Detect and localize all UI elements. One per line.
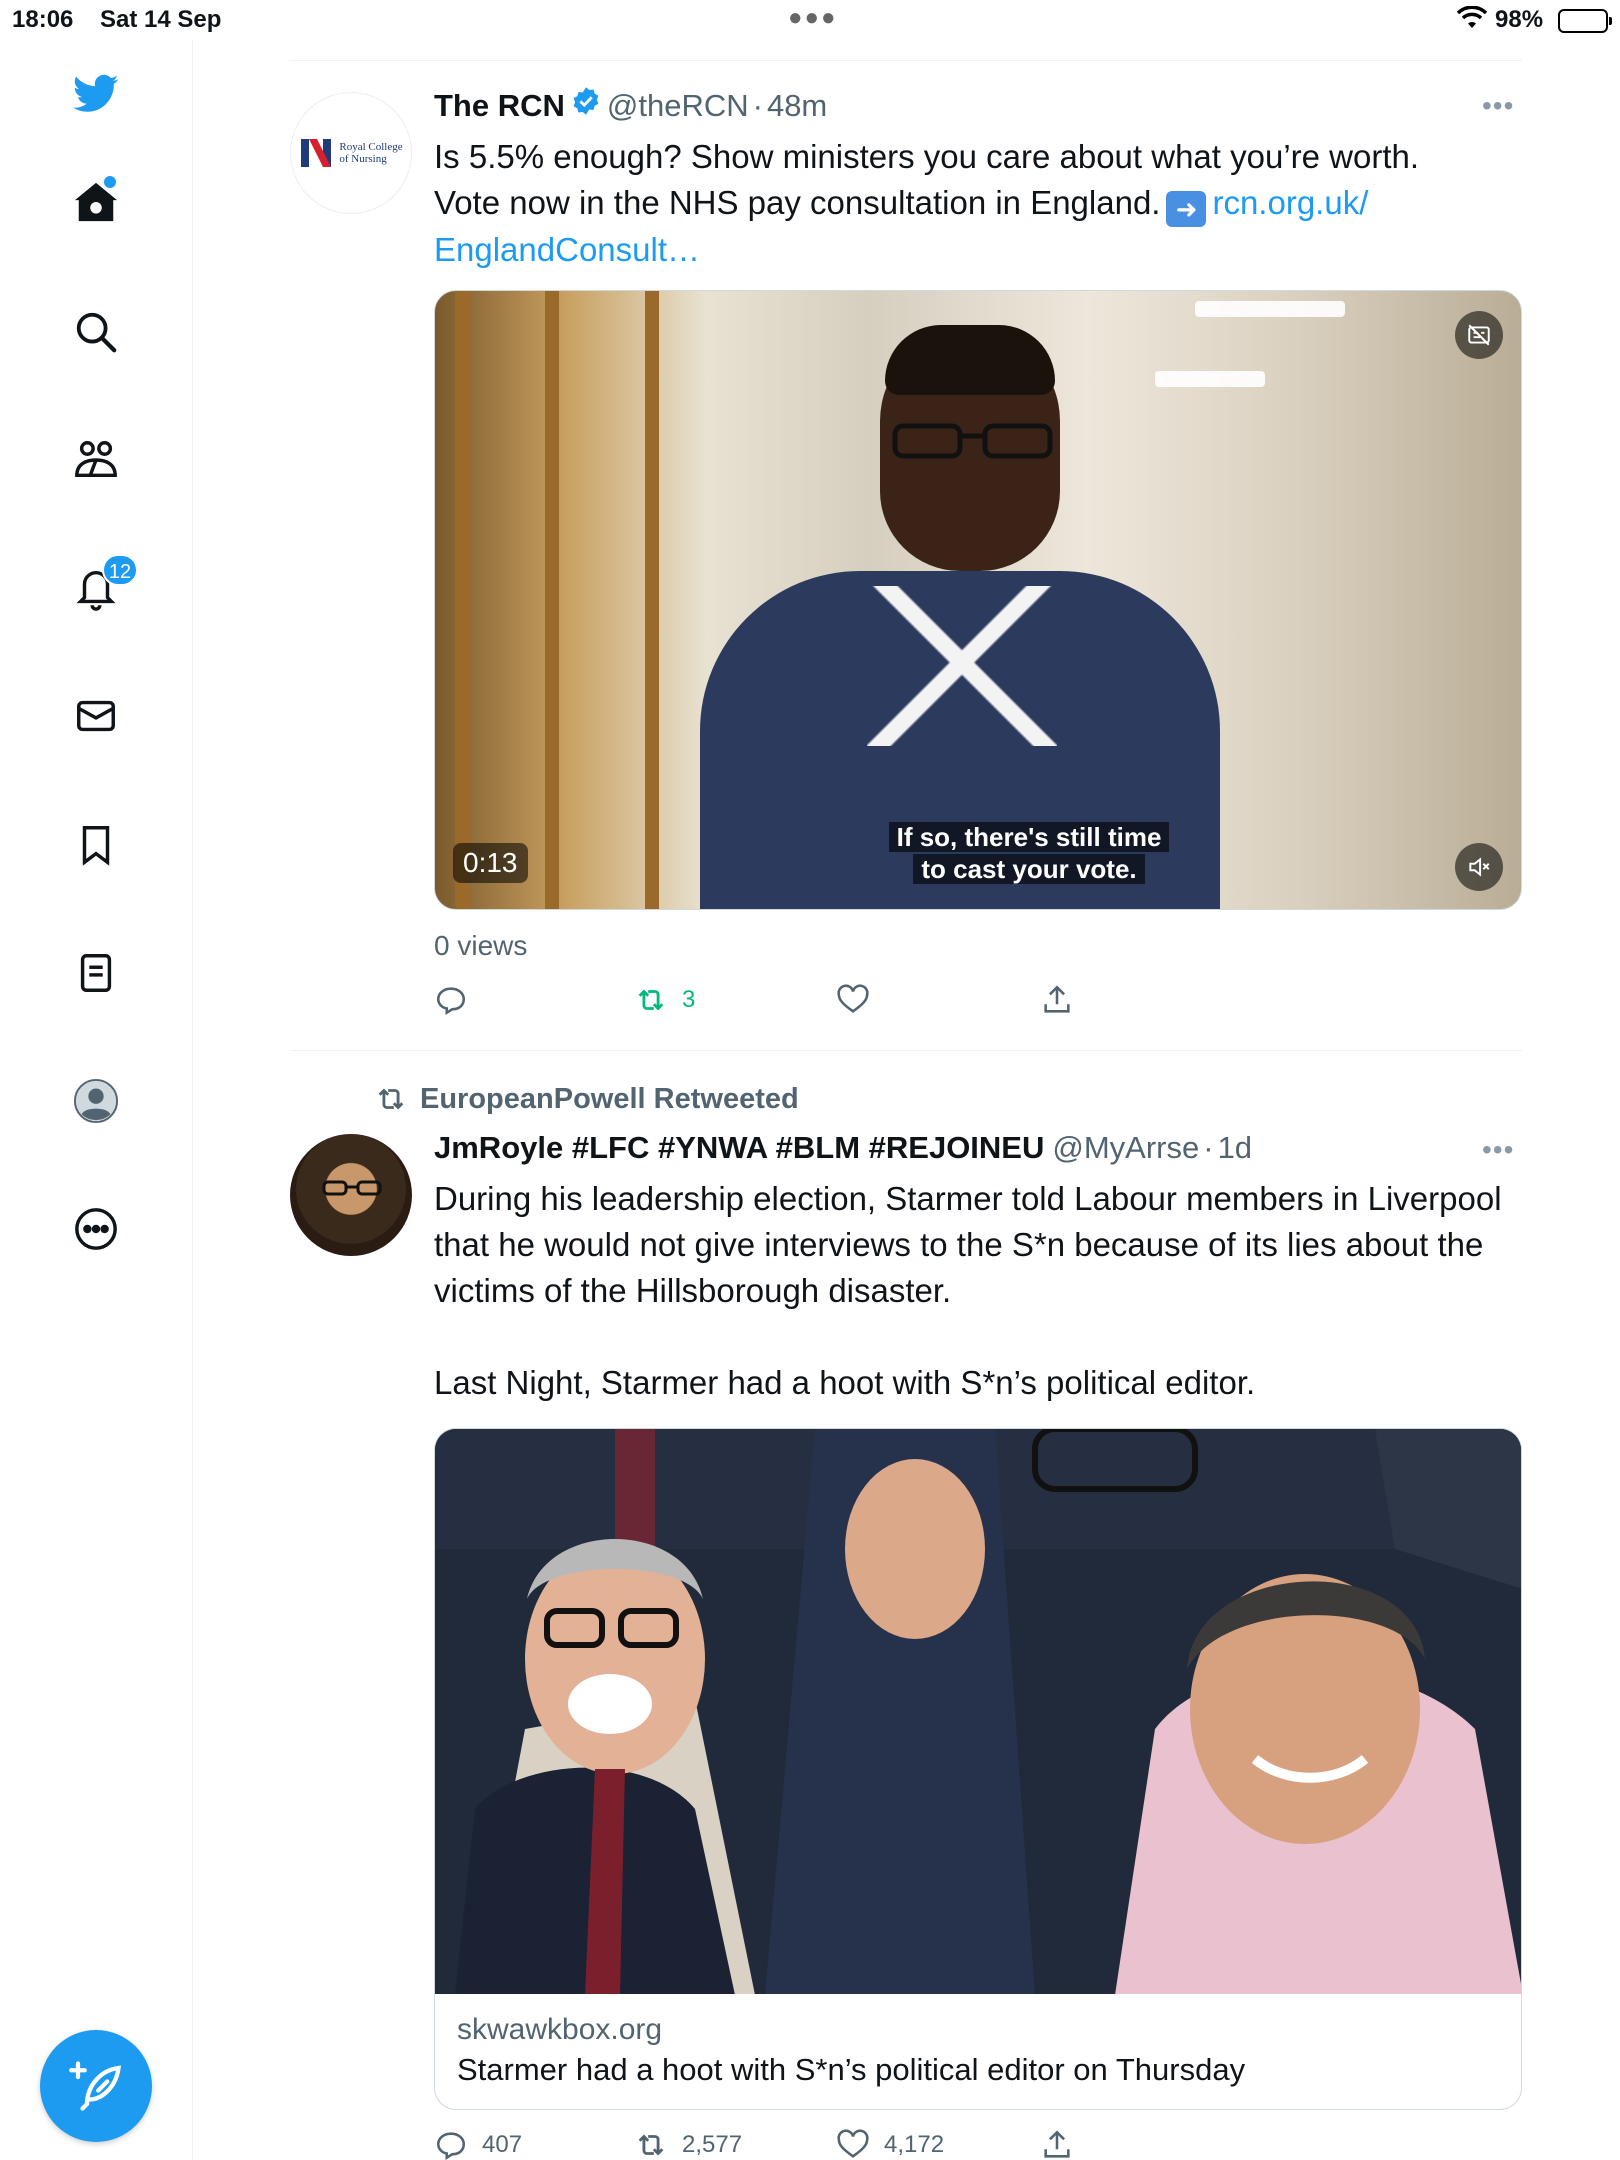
share-button[interactable] [1040, 983, 1074, 1017]
reply-count: 407 [482, 2131, 523, 2158]
video-window-frame [545, 291, 559, 909]
communities-icon[interactable] [66, 430, 126, 490]
home-new-dot [104, 176, 116, 188]
captions-toggle-button[interactable] [1455, 311, 1503, 359]
bookmarks-icon[interactable] [66, 815, 126, 875]
tweet-text: During his leadership election, Starmer … [434, 1176, 1522, 1406]
battery-icon [1558, 9, 1612, 33]
like-count: 4,172 [884, 2131, 945, 2158]
tweet-text-line2: Vote now in the NHS pay consultation in … [434, 184, 1161, 221]
retweet-icon [378, 1088, 404, 1110]
video-caption-line2: to cast your vote. [913, 854, 1145, 884]
dot-separator: · [1203, 1130, 1214, 1165]
captions-icon [1468, 324, 1490, 346]
video-person-glasses [892, 423, 1053, 459]
twitter-logo-icon[interactable] [66, 62, 126, 122]
tweet-text-line1: Is 5.5% enough? Show ministers you care … [434, 138, 1420, 175]
tweet-link-part1[interactable]: rcn.org.uk/ [1212, 184, 1368, 221]
more-options-icon[interactable] [66, 1199, 126, 1259]
display-name[interactable]: JmRoyle #LFC #YNWA #BLM #REJOINEU [434, 1130, 1044, 1166]
home-icon[interactable] [66, 172, 126, 232]
retweet-icon [638, 2134, 664, 2156]
mute-toggle-button[interactable] [1455, 843, 1503, 891]
tweet-actions: 3 [434, 983, 1522, 1023]
retweet-count: 3 [682, 986, 696, 1013]
video-window-frame [455, 291, 469, 909]
retweet-button[interactable]: 2,577 [634, 2128, 742, 2160]
retweeted-by-label[interactable]: EuropeanPowell Retweeted [420, 1083, 799, 1116]
like-button[interactable]: 4,172 [836, 2128, 944, 2160]
video-window-frame [645, 291, 659, 909]
rcn-logo: Royal College of Nursing [299, 135, 403, 171]
retweet-button[interactable]: 3 [634, 983, 695, 1017]
lists-icon[interactable] [66, 943, 126, 1003]
link-card-domain: skwawkbox.org [457, 2013, 663, 2046]
reply-button[interactable] [434, 983, 482, 1017]
reply-icon [436, 987, 466, 1016]
share-icon [1044, 2130, 1070, 2158]
notifications-icon[interactable]: 12 [66, 554, 138, 618]
feed-divider [290, 1050, 1522, 1051]
rcn-avatar[interactable]: Royal College of Nursing [290, 92, 412, 214]
verified-badge-icon [573, 87, 599, 115]
video-ceiling-light [1155, 371, 1265, 387]
tweet-text-paragraph2: Last Night, Starmer had a hoot with S*n’… [434, 1364, 1256, 1401]
tweet-more-icon[interactable]: ••• [1482, 1134, 1522, 1165]
tweet-video[interactable]: 0:13 If so, there's still time to cast y… [434, 290, 1522, 910]
display-name[interactable]: The RCN [434, 88, 565, 124]
tweet-text-paragraph1: During his leadership election, Starmer … [434, 1180, 1502, 1309]
video-duration: 0:13 [453, 843, 528, 883]
tweet-header: The RCN @theRCN · 48m [434, 86, 827, 124]
tweet-text: Is 5.5% enough? Show ministers you care … [434, 134, 1522, 273]
video-ceiling-light [1195, 301, 1345, 317]
feather-plus-icon [69, 2061, 121, 2111]
rcn-avatar-text2: of Nursing [339, 153, 387, 165]
share-icon [1044, 985, 1070, 1013]
dot-separator: · [752, 88, 763, 123]
retweeted-by: EuropeanPowell Retweeted [374, 1082, 799, 1116]
share-button[interactable] [1040, 2128, 1074, 2160]
photo-people-laughing [435, 1429, 1521, 1994]
handle[interactable]: @MyArrse [1052, 1130, 1199, 1166]
status-time: 18:06 [12, 6, 74, 33]
handle[interactable]: @theRCN [607, 88, 749, 124]
tweet-link-part2[interactable]: EnglandConsult… [434, 227, 1522, 273]
like-button[interactable] [836, 983, 884, 1017]
status-date: Sat 14 Sep [100, 6, 222, 33]
reply-icon [436, 2132, 466, 2160]
tweet-actions: 407 2,577 4,172 [434, 2128, 1522, 2160]
compose-tweet-button[interactable] [40, 2030, 152, 2142]
volume-muted-icon [1469, 857, 1490, 877]
notifications-badge: 12 [102, 554, 138, 586]
messages-icon[interactable] [66, 686, 126, 746]
view-count: 0 views [434, 930, 528, 961]
sidebar: 12 [0, 40, 193, 2160]
feed-divider [290, 60, 1522, 61]
video-person-collar [867, 586, 1057, 746]
retweet-icon [638, 989, 664, 1011]
reply-button[interactable]: 407 [434, 2128, 522, 2160]
rcn-avatar-text1: Royal College [339, 141, 403, 153]
avatar-glasses [322, 1180, 382, 1196]
tweet-more-icon[interactable]: ••• [1482, 90, 1522, 121]
video-caption: If so, there's still time to cast your v… [834, 821, 1224, 885]
search-icon[interactable] [66, 302, 126, 362]
jmroyle-avatar[interactable] [290, 1134, 412, 1256]
video-caption-line1: If so, there's still time [888, 822, 1170, 852]
retweet-count: 2,577 [682, 2131, 743, 2158]
tweet-time[interactable]: 1d [1218, 1130, 1252, 1166]
timeline-feed: Royal College of Nursing The RCN @theRCN … [290, 0, 1522, 2160]
tweet-time[interactable]: 48m [767, 88, 827, 124]
link-card-title: Starmer had a hoot with S*n’s political … [457, 2052, 1246, 2087]
link-card-image[interactable] [434, 1428, 1522, 1994]
video-person-hair [885, 325, 1055, 395]
rcn-logo-mark-icon [301, 139, 332, 167]
link-card[interactable]: skwawkbox.org Starmer had a hoot with S*… [434, 1994, 1522, 2110]
heart-icon [837, 984, 869, 1013]
heart-icon [837, 2129, 869, 2158]
tweet-header: JmRoyle #LFC #YNWA #BLM #REJOINEU @MyArr… [434, 1130, 1252, 1166]
profile-avatar-icon[interactable] [66, 1071, 126, 1131]
right-arrow-emoji-icon: ➜ [1166, 191, 1207, 227]
